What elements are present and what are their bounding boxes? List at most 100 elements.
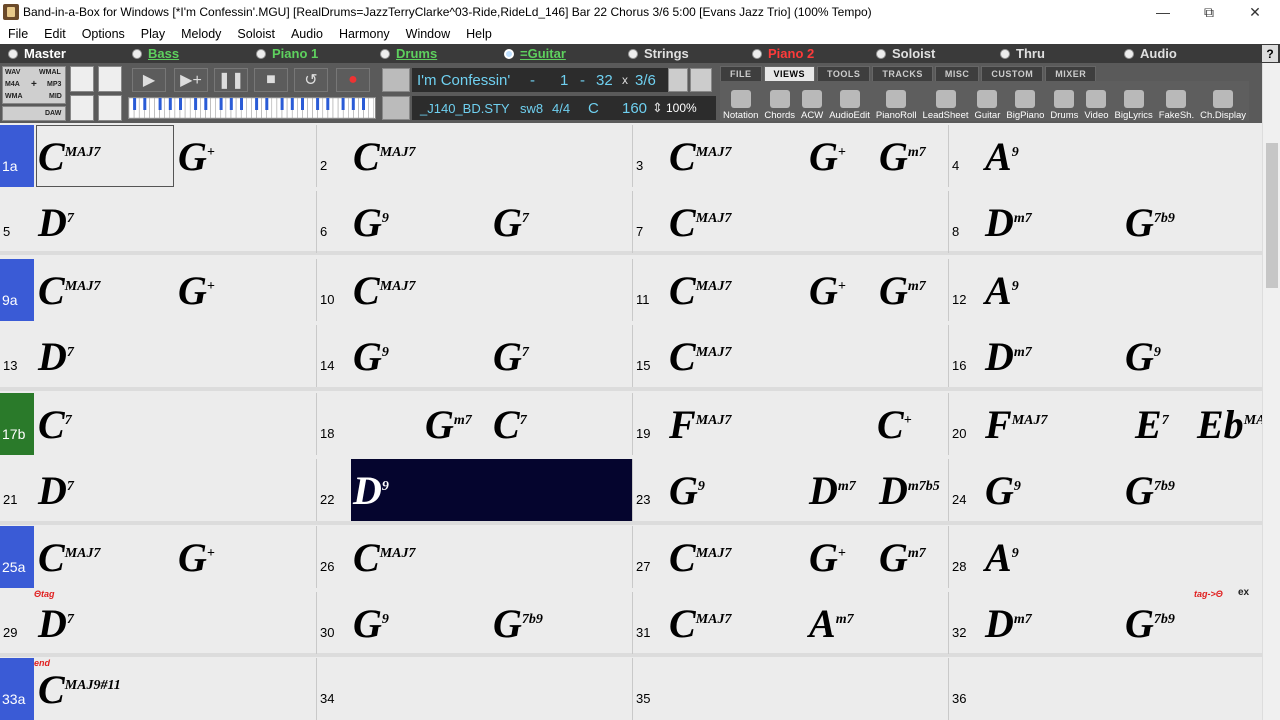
end-bar[interactable]: 32 <box>596 72 613 89</box>
song-menu-icon[interactable] <box>382 68 410 92</box>
black-key[interactable] <box>229 98 233 110</box>
track-radio-icon[interactable] <box>132 48 142 59</box>
bar-22[interactable]: 22 D9 <box>316 459 633 521</box>
bar-10[interactable]: 10 CMAJ7 <box>316 259 632 321</box>
chord[interactable]: G+ <box>178 137 215 177</box>
open-icon[interactable] <box>70 66 94 92</box>
notepad-icon[interactable] <box>668 68 688 92</box>
play-icon[interactable]: ▶ <box>132 68 166 92</box>
white-key[interactable] <box>184 97 191 119</box>
bar-31[interactable]: 31 CMAJ7 Am7 <box>632 592 948 654</box>
chord[interactable]: FMAJ7 <box>669 405 731 445</box>
bar-21[interactable]: 21 D7 <box>0 459 316 521</box>
tool-acw[interactable]: ACW <box>798 81 826 121</box>
menu-soloist[interactable]: Soloist <box>229 27 283 41</box>
close-button[interactable]: ✕ <box>1232 0 1278 24</box>
tool-video[interactable]: Video <box>1081 81 1111 121</box>
chord[interactable]: Gm7 <box>879 271 926 311</box>
vertical-scrollbar[interactable] <box>1262 63 1280 720</box>
tempo-percent[interactable]: 100% <box>666 101 697 115</box>
feel[interactable]: sw8 <box>520 101 543 116</box>
play-from-bar-icon[interactable]: ▶+ <box>174 68 208 92</box>
chord[interactable]: CMAJ7 <box>38 137 100 177</box>
chord[interactable]: C7 <box>493 405 527 445</box>
menu-options[interactable]: Options <box>74 27 133 41</box>
tool-fakesh[interactable]: FakeSh. <box>1156 81 1197 121</box>
chord[interactable]: CMAJ7 <box>38 538 100 578</box>
bar-6[interactable]: 6 G9 G7 <box>316 191 632 253</box>
bar-36[interactable]: 36 <box>948 658 1262 720</box>
help-button[interactable]: ? <box>1262 45 1278 62</box>
black-key[interactable] <box>194 98 198 110</box>
bar-8[interactable]: 8 Dm7 G7b9 <box>948 191 1262 253</box>
bar-17b[interactable]: C7 <box>0 393 316 455</box>
edit-icon[interactable] <box>98 66 122 92</box>
tab-mixer[interactable]: MIXER <box>1045 66 1097 82</box>
bar-13[interactable]: 13 D7 <box>0 325 316 387</box>
tool-guitar[interactable]: Guitar <box>972 81 1004 121</box>
bar-11[interactable]: 11 CMAJ7 G+ Gm7 <box>632 259 948 321</box>
bar-30[interactable]: 30 G9 G7b9 <box>316 592 632 654</box>
menu-file[interactable]: File <box>0 27 36 41</box>
chord[interactable]: G7b9 <box>1125 203 1175 243</box>
white-key[interactable] <box>271 97 278 119</box>
bar-25a[interactable]: CMAJ7 G+ <box>0 526 316 588</box>
chord[interactable]: D7 <box>38 337 74 377</box>
tab-views[interactable]: VIEWS <box>763 66 816 82</box>
track-master[interactable]: Master <box>8 44 66 63</box>
track-audio[interactable]: Audio <box>1124 44 1177 63</box>
save-as-icon[interactable] <box>98 95 122 121</box>
tempo-stepper-icon[interactable]: ⇕ <box>652 100 663 116</box>
chord[interactable]: CMAJ7 <box>38 271 100 311</box>
white-key[interactable] <box>368 97 375 119</box>
white-key[interactable] <box>149 97 155 119</box>
chord[interactable]: G9 <box>353 337 389 377</box>
m4a-label[interactable]: M4A <box>5 81 20 88</box>
menu-harmony[interactable]: Harmony <box>331 27 398 41</box>
chord[interactable]: G+ <box>178 538 215 578</box>
bar-23[interactable]: 23 G9 Dm7 Dm7b5 <box>632 459 948 521</box>
menu-window[interactable]: Window <box>398 27 458 41</box>
chord[interactable]: E7 <box>1135 405 1169 445</box>
settings-icon[interactable] <box>690 68 712 92</box>
chord[interactable]: G7b9 <box>493 604 543 644</box>
bar-4[interactable]: 4 A9 <box>948 125 1262 187</box>
bar-16[interactable]: 16 Dm7 G9 <box>948 325 1262 387</box>
track-strings[interactable]: Strings <box>628 44 689 63</box>
chord[interactable]: G7 <box>493 337 529 377</box>
tool-ch-display[interactable]: Ch.Display <box>1197 81 1249 121</box>
chord[interactable]: G+ <box>809 137 846 177</box>
chord[interactable]: A9 <box>985 538 1019 578</box>
tool-chords[interactable]: Chords <box>761 81 798 121</box>
piano-keyboard[interactable] <box>128 97 376 119</box>
tool-drums[interactable]: Drums <box>1047 81 1081 121</box>
tab-misc[interactable]: MISC <box>934 66 980 82</box>
chord[interactable]: G9 <box>1125 337 1161 377</box>
daw-label[interactable]: DAW <box>45 110 61 117</box>
black-key[interactable] <box>219 98 223 110</box>
bar-3[interactable]: 3 CMAJ7 G+ Gm7 <box>632 125 948 187</box>
black-key[interactable] <box>351 98 355 110</box>
track-piano-2[interactable]: Piano 2 <box>752 44 814 63</box>
chord[interactable]: A9 <box>985 137 1019 177</box>
chord[interactable]: G+ <box>809 538 846 578</box>
chord[interactable]: G9 <box>985 471 1021 511</box>
black-key[interactable] <box>280 98 284 110</box>
style-picker-icon[interactable] <box>382 96 410 120</box>
chord[interactable]: G7b9 <box>1125 604 1175 644</box>
chord[interactable]: CMAJ7 <box>669 604 731 644</box>
track-guitar[interactable]: =Guitar <box>504 44 566 63</box>
chord[interactable]: D7 <box>38 471 74 511</box>
chord[interactable]: G9 <box>353 604 389 644</box>
save-icon[interactable] <box>70 95 94 121</box>
black-key[interactable] <box>158 98 162 110</box>
menu-edit[interactable]: Edit <box>36 27 74 41</box>
black-key[interactable] <box>301 98 304 110</box>
black-key[interactable] <box>265 98 269 110</box>
wma-label[interactable]: WMA <box>5 93 23 100</box>
track-radio-icon[interactable] <box>752 48 762 59</box>
bar-7[interactable]: 7 CMAJ7 <box>632 191 948 253</box>
track-thru[interactable]: Thru <box>1000 44 1045 63</box>
minimize-button[interactable]: — <box>1140 0 1186 24</box>
bar-1a[interactable]: CMAJ7 G+ <box>0 125 316 187</box>
